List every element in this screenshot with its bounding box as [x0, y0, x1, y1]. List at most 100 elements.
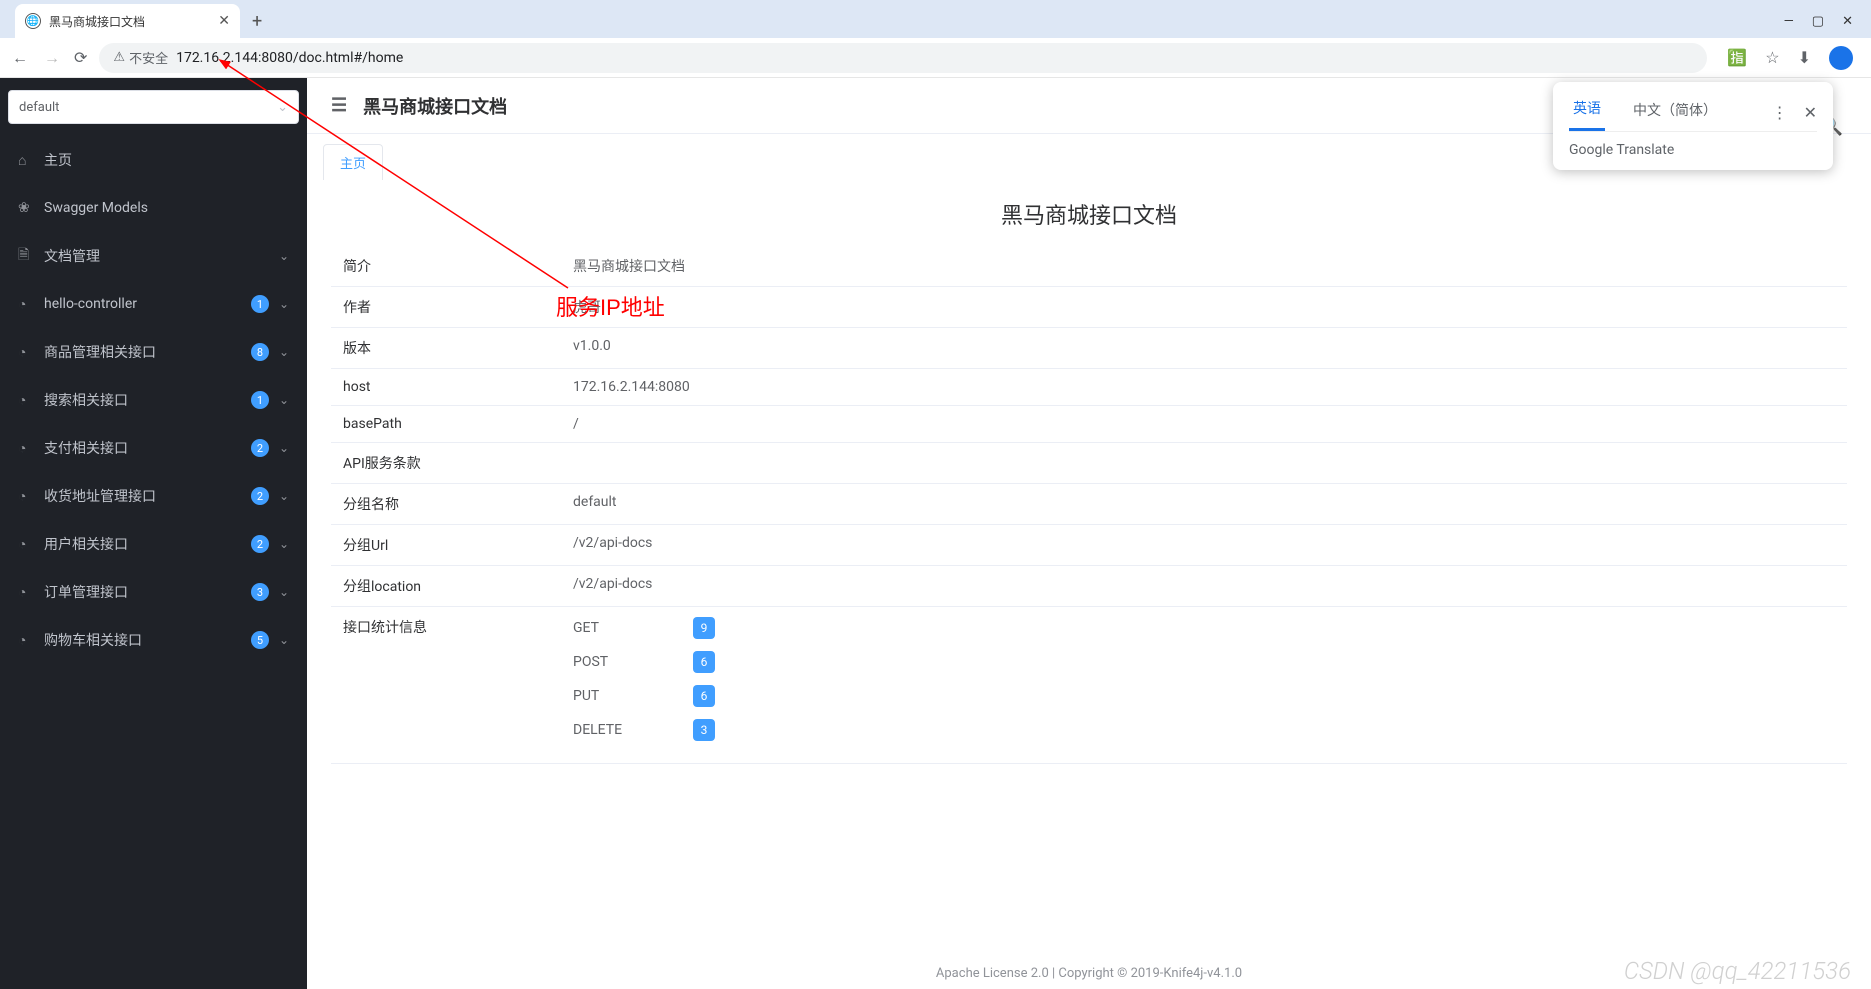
info-key: 分组Url [331, 525, 561, 566]
count-badge: 9 [693, 617, 715, 639]
tab-home[interactable]: 主页 [323, 144, 383, 180]
group-select[interactable]: default ⌄ [8, 90, 299, 124]
chevron-down-icon: ⌄ [279, 441, 289, 455]
table-row: 作者虎哥 [331, 287, 1847, 328]
table-row: 分组location/v2/api-docs [331, 566, 1847, 607]
security-chip[interactable]: ⚠ 不安全 [113, 48, 168, 67]
collapse-sidebar-icon[interactable]: ☰ [331, 95, 347, 116]
count-badge: 8 [251, 343, 269, 361]
menu-icon: 🗎 [18, 244, 34, 268]
info-val [561, 443, 1847, 484]
menu-label: 商品管理相关接口 [44, 342, 241, 362]
stat-row: PUT6 [573, 685, 1835, 707]
table-row: 分组Url/v2/api-docs [331, 525, 1847, 566]
more-icon[interactable]: ⋮ [1772, 103, 1788, 122]
http-method: DELETE [573, 722, 633, 738]
sidebar-item-4[interactable]: ◔ 商品管理相关接口 8 ⌄ [0, 328, 307, 376]
info-key: 分组名称 [331, 484, 561, 525]
select-value: default [19, 100, 59, 115]
sidebar-item-2[interactable]: 🗎 文档管理 ⌄ [0, 232, 307, 280]
info-key: 版本 [331, 328, 561, 369]
count-badge: 1 [251, 295, 269, 313]
menu-label: 主页 [44, 150, 289, 170]
info-key: 分组location [331, 566, 561, 607]
chevron-down-icon: ⌄ [277, 100, 288, 115]
menu-icon: ◔ [18, 440, 34, 457]
globe-icon: 🌐 [25, 13, 41, 29]
sidebar-item-7[interactable]: ◔ 收货地址管理接口 2 ⌄ [0, 472, 307, 520]
menu-label: 用户相关接口 [44, 534, 241, 554]
chevron-down-icon: ⌄ [279, 633, 289, 647]
info-val: default [561, 484, 1847, 525]
stats-label: 接口统计信息 [331, 607, 561, 764]
sidebar-item-0[interactable]: ⌂ 主页 [0, 136, 307, 184]
sidebar-item-3[interactable]: ◔ hello-controller 1 ⌄ [0, 280, 307, 328]
sidebar-item-10[interactable]: ◔ 购物车相关接口 5 ⌄ [0, 616, 307, 664]
menu-icon: ❀ [18, 200, 34, 216]
count-badge: 2 [251, 487, 269, 505]
address-bar[interactable]: ⚠ 不安全 172.16.2.144:8080/doc.html#/home [99, 43, 1707, 73]
info-key: 作者 [331, 287, 561, 328]
count-badge: 3 [693, 719, 715, 741]
page-title: 黑马商城接口文档 [363, 93, 507, 119]
http-method: GET [573, 620, 633, 636]
minimize-icon[interactable]: — [1784, 14, 1794, 29]
table-row: 简介黑马商城接口文档 [331, 246, 1847, 287]
chevron-down-icon: ⌄ [279, 393, 289, 407]
menu-label: 购物车相关接口 [44, 630, 241, 650]
menu-icon: ◔ [18, 296, 34, 313]
close-tab-icon[interactable]: ✕ [218, 13, 230, 29]
profile-avatar[interactable] [1829, 46, 1853, 70]
chevron-down-icon: ⌄ [279, 585, 289, 599]
table-row: basePath/ [331, 406, 1847, 443]
count-badge: 2 [251, 535, 269, 553]
chevron-down-icon: ⌄ [279, 297, 289, 311]
browser-tab-strip: 🌐 黑马商城接口文档 ✕ + — ▢ ✕ [0, 0, 1871, 38]
sidebar: default ⌄ ⌂ 主页 ❀ Swagger Models 🗎 文档管理 ⌄… [0, 78, 307, 989]
sidebar-item-1[interactable]: ❀ Swagger Models [0, 184, 307, 232]
menu-icon: ◔ [18, 488, 34, 505]
forward-button[interactable]: → [42, 48, 62, 68]
browser-tab[interactable]: 🌐 黑马商城接口文档 ✕ [15, 4, 240, 38]
close-window-icon[interactable]: ✕ [1842, 14, 1853, 29]
sidebar-item-5[interactable]: ◔ 搜索相关接口 1 ⌄ [0, 376, 307, 424]
window-controls: — ▢ ✕ [1784, 4, 1871, 38]
reload-button[interactable]: ⟳ [74, 48, 87, 67]
translate-tab-english[interactable]: 英语 [1569, 94, 1605, 131]
url-text: 172.16.2.144:8080/doc.html#/home [176, 50, 403, 66]
table-row: host172.16.2.144:8080 [331, 369, 1847, 406]
download-icon[interactable]: ⬇ [1798, 48, 1811, 67]
translate-tab-chinese[interactable]: 中文（简体） [1629, 96, 1721, 130]
count-badge: 5 [251, 631, 269, 649]
menu-label: Swagger Models [44, 200, 289, 216]
table-row: 版本v1.0.0 [331, 328, 1847, 369]
info-key: API服务条款 [331, 443, 561, 484]
doc-title: 黑马商城接口文档 [331, 188, 1847, 246]
menu-label: 订单管理接口 [44, 582, 241, 602]
translate-popup: 英语 中文（简体） ⋮ ✕ Google Translate [1553, 82, 1833, 170]
menu-label: hello-controller [44, 296, 241, 312]
bookmark-icon[interactable]: ☆ [1765, 48, 1779, 67]
close-icon[interactable]: ✕ [1804, 103, 1817, 122]
info-val: 黑马商城接口文档 [561, 246, 1847, 287]
menu-label: 文档管理 [44, 246, 269, 266]
count-badge: 6 [693, 651, 715, 673]
sidebar-item-6[interactable]: ◔ 支付相关接口 2 ⌄ [0, 424, 307, 472]
sidebar-item-8[interactable]: ◔ 用户相关接口 2 ⌄ [0, 520, 307, 568]
new-tab-button[interactable]: + [240, 4, 274, 38]
menu-icon: ◔ [18, 632, 34, 649]
menu-icon: ◔ [18, 536, 34, 553]
security-label: 不安全 [129, 48, 168, 67]
count-badge: 6 [693, 685, 715, 707]
back-button[interactable]: ← [10, 48, 30, 68]
footer-text: Apache License 2.0 | Copyright © 2019-Kn… [307, 958, 1871, 989]
table-row: API服务条款 [331, 443, 1847, 484]
translate-brand: Google Translate [1569, 142, 1817, 158]
http-method: POST [573, 654, 633, 670]
count-badge: 3 [251, 583, 269, 601]
maximize-icon[interactable]: ▢ [1812, 14, 1824, 29]
menu-label: 搜索相关接口 [44, 390, 241, 410]
translate-icon[interactable]: 🈯 [1727, 48, 1747, 67]
sidebar-item-9[interactable]: ◔ 订单管理接口 3 ⌄ [0, 568, 307, 616]
chevron-down-icon: ⌄ [279, 489, 289, 503]
